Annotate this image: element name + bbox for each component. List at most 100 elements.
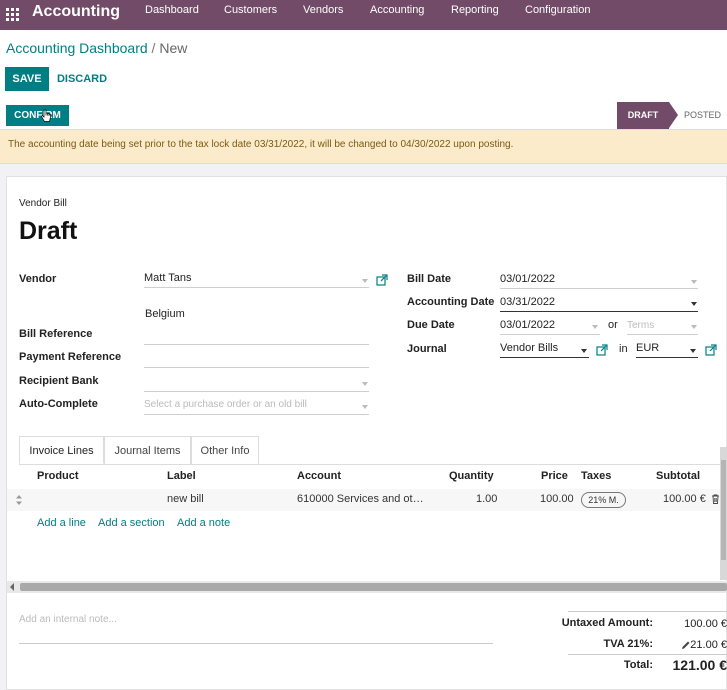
external-link-icon[interactable] — [376, 274, 388, 286]
tab-invoice-lines[interactable]: Invoice Lines — [19, 436, 104, 464]
tax-lock-alert: The accounting date being set prior to t… — [0, 130, 727, 164]
add-section-link[interactable]: Add a section — [98, 517, 165, 529]
document-state-title: Draft — [19, 217, 78, 245]
totals-top-divider — [568, 611, 727, 612]
menu-configuration[interactable]: Configuration — [525, 4, 590, 16]
bill-date-input[interactable]: 03/01/2022 — [500, 273, 698, 289]
auto-complete-dropdown-icon[interactable] — [362, 405, 368, 409]
untaxed-amount-label: Untaxed Amount: — [561, 617, 653, 629]
column-header-label[interactable]: Label — [167, 470, 196, 482]
accounting-date-dropdown-icon[interactable] — [691, 302, 697, 306]
accounting-date-label: Accounting Date — [407, 296, 495, 308]
currency-select[interactable]: EUR — [636, 342, 698, 358]
drag-handle-icon[interactable] — [15, 494, 23, 506]
bill-date-value: 03/01/2022 — [500, 273, 556, 285]
payment-reference-input[interactable] — [144, 351, 369, 368]
payment-terms-placeholder: Terms — [627, 320, 655, 331]
menu-dashboard[interactable]: Dashboard — [145, 4, 199, 16]
totals-bottom-divider — [568, 654, 727, 655]
add-line-link[interactable]: Add a line — [37, 517, 86, 529]
apps-grid-icon[interactable] — [6, 8, 20, 22]
discard-button[interactable]: DISCARD — [52, 67, 112, 91]
journal-label: Journal — [407, 343, 447, 355]
add-note-link[interactable]: Add a note — [177, 517, 230, 529]
column-header-quantity[interactable]: Quantity — [449, 470, 494, 482]
bill-date-label: Bill Date — [407, 273, 452, 285]
payment-terms-select[interactable]: Terms — [627, 319, 698, 335]
internal-note-field[interactable]: Add an internal note... — [19, 614, 493, 644]
hand-cursor-icon — [41, 109, 51, 122]
column-header-subtotal[interactable]: Subtotal — [656, 470, 700, 482]
due-date-dropdown-icon[interactable] — [592, 325, 598, 329]
cell-quantity[interactable]: 1.00 — [476, 493, 497, 505]
auto-complete-placeholder: Select a purchase order or an old bill — [144, 399, 307, 410]
status-draft[interactable]: DRAFT — [617, 102, 669, 129]
status-posted[interactable]: POSTED — [684, 102, 721, 129]
accounting-date-value: 03/31/2022 — [500, 296, 556, 308]
column-header-product[interactable]: Product — [37, 470, 79, 482]
recipient-bank-select[interactable] — [144, 375, 369, 392]
cell-price[interactable]: 100.00 — [540, 493, 574, 505]
breadcrumb: Accounting Dashboard / New — [6, 40, 187, 56]
due-date-or-text: or — [608, 319, 618, 331]
recipient-bank-dropdown-icon[interactable] — [362, 382, 368, 386]
control-panel: Accounting Dashboard / New SAVE DISCARD — [0, 30, 727, 103]
menu-reporting[interactable]: Reporting — [451, 4, 499, 16]
currency-value: EUR — [636, 342, 660, 354]
bill-reference-label: Bill Reference — [19, 328, 93, 340]
document-type: Vendor Bill — [19, 198, 67, 209]
due-date-input[interactable]: 03/01/2022 — [500, 319, 600, 335]
form-sheet — [6, 176, 727, 690]
vertical-scrollbar-thumb[interactable] — [721, 460, 726, 560]
cell-subtotal: 100.00 € — [663, 493, 706, 505]
journal-value: Vendor Bills — [500, 342, 559, 354]
column-header-account[interactable]: Account — [297, 470, 341, 482]
bill-reference-input[interactable] — [144, 328, 369, 345]
confirm-button[interactable]: CONFIRM — [6, 105, 69, 126]
breadcrumb-current: New — [159, 40, 188, 56]
save-button[interactable]: SAVE — [5, 67, 49, 91]
tab-other-info[interactable]: Other Info — [191, 436, 259, 464]
auto-complete-select[interactable]: Select a purchase order or an old bill — [144, 398, 369, 415]
menu-customers[interactable]: Customers — [224, 4, 277, 16]
tax-amount-label: TVA 21%: — [603, 638, 653, 650]
total-value: 121.00 € — [672, 657, 727, 673]
accounting-date-input[interactable]: 03/31/2022 — [500, 296, 698, 312]
vendor-dropdown-icon[interactable] — [362, 279, 368, 283]
vendor-field[interactable]: Matt Tans — [144, 272, 369, 288]
status-bar: CONFIRM DRAFT POSTED — [0, 102, 727, 130]
top-navbar: Accounting Dashboard Customers Vendors A… — [0, 0, 727, 30]
tab-journal-items[interactable]: Journal Items — [104, 436, 191, 464]
vendor-label: Vendor — [19, 273, 57, 285]
auto-complete-label: Auto-Complete — [19, 398, 98, 410]
breadcrumb-parent[interactable]: Accounting Dashboard — [6, 40, 148, 56]
vendor-value: Matt Tans — [144, 272, 192, 284]
trash-icon[interactable] — [711, 494, 720, 504]
horizontal-scrollbar-thumb[interactable] — [20, 583, 727, 591]
due-date-value: 03/01/2022 — [500, 319, 556, 331]
payment-terms-dropdown-icon[interactable] — [691, 325, 697, 329]
menu-accounting[interactable]: Accounting — [370, 4, 424, 16]
bill-date-dropdown-icon[interactable] — [691, 280, 697, 284]
currency-external-link-icon[interactable] — [705, 344, 717, 356]
payment-reference-label: Payment Reference — [19, 351, 122, 363]
currency-dropdown-icon[interactable] — [690, 349, 696, 353]
column-header-price[interactable]: Price — [541, 470, 568, 482]
journal-select[interactable]: Vendor Bills — [500, 342, 589, 358]
due-date-label: Due Date — [407, 319, 455, 331]
column-header-taxes[interactable]: Taxes — [581, 470, 611, 482]
cell-account[interactable]: 610000 Services and ot… — [297, 493, 424, 505]
menu-vendors[interactable]: Vendors — [303, 4, 343, 16]
app-title[interactable]: Accounting — [32, 3, 120, 21]
journal-external-link-icon[interactable] — [596, 344, 608, 356]
vendor-country: Belgium — [145, 308, 185, 320]
journal-dropdown-icon[interactable] — [581, 349, 587, 353]
internal-note-placeholder: Add an internal note... — [19, 614, 117, 625]
scroll-left-arrow-icon[interactable] — [10, 583, 14, 591]
journal-in-text: in — [619, 343, 628, 355]
breadcrumb-separator: / — [151, 40, 156, 56]
tax-badge[interactable]: 21% M. — [581, 492, 626, 508]
cell-label[interactable]: new bill — [167, 493, 204, 505]
tax-amount-value[interactable]: 21.00 € — [689, 639, 727, 651]
untaxed-amount-value: 100.00 € — [684, 618, 727, 630]
